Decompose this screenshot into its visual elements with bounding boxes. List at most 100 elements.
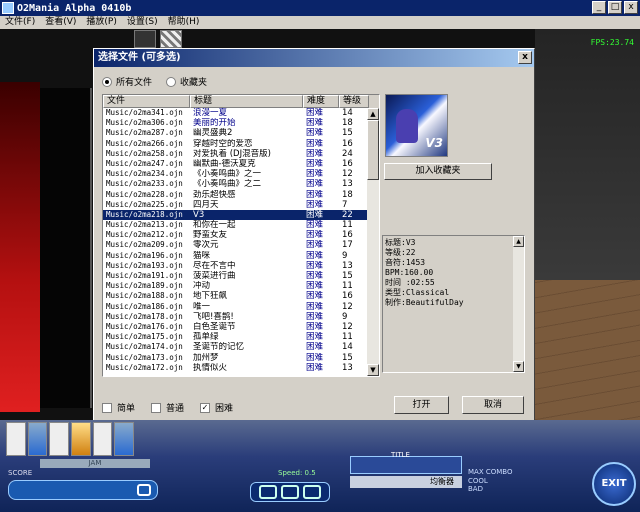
note-lanes bbox=[4, 420, 136, 458]
song-row[interactable]: Music/o2ma212.ojn 野蛮女友 困难 16 bbox=[103, 230, 369, 240]
minimize-button[interactable]: _ bbox=[592, 1, 606, 14]
song-level: 13 bbox=[342, 179, 353, 190]
song-file: Music/o2ma188.ojn bbox=[106, 291, 183, 301]
check-easy[interactable]: 简单 bbox=[102, 401, 135, 414]
menu-settings[interactable]: 设置(S) bbox=[122, 16, 163, 29]
song-row[interactable]: Music/o2ma172.ojn 执情似火 困难 13 bbox=[103, 363, 369, 373]
column-level[interactable]: 等级 bbox=[339, 95, 369, 108]
toolbar-button-dark[interactable] bbox=[134, 30, 156, 48]
info-scroll-up-icon[interactable]: ▲ bbox=[513, 236, 524, 247]
scroll-down-arrow-icon[interactable]: ▼ bbox=[367, 364, 379, 376]
fps-counter: FPS:23.74 bbox=[590, 38, 634, 47]
radio-indicator bbox=[166, 76, 177, 87]
jam-label: JAM bbox=[40, 459, 150, 468]
song-difficulty: 困难 bbox=[306, 108, 324, 118]
dialog-close-button[interactable]: x bbox=[518, 51, 532, 64]
menu-play[interactable]: 播放(P) bbox=[81, 16, 121, 29]
toolbar-button-hatch[interactable] bbox=[160, 30, 182, 48]
song-row[interactable]: Music/o2ma173.ojn 加州梦 困难 15 bbox=[103, 353, 369, 363]
song-row[interactable]: Music/o2ma258.ojn 对爱执着 (DJ混音版) 困难 24 bbox=[103, 149, 369, 159]
song-file: Music/o2ma234.ojn bbox=[106, 169, 183, 179]
song-row[interactable]: Music/o2ma228.ojn 劲乐超快感 困难 18 bbox=[103, 190, 369, 200]
song-file: Music/o2ma175.ojn bbox=[106, 332, 183, 342]
song-row[interactable]: Music/o2ma266.ojn 穿越时空的爱恋 困难 16 bbox=[103, 139, 369, 149]
song-difficulty: 困难 bbox=[306, 128, 324, 139]
song-level: 11 bbox=[342, 332, 353, 343]
lane-4 bbox=[71, 422, 91, 456]
radio-favorites[interactable]: 收藏夹 bbox=[166, 75, 207, 88]
window-titlebar: O2Mania Alpha 0410b _ □ x bbox=[0, 0, 640, 16]
song-row[interactable]: Music/o2ma306.ojn 美丽的开始 困难 18 bbox=[103, 118, 369, 128]
song-difficulty: 困难 bbox=[306, 260, 324, 271]
info-scrollbar[interactable]: ▲ ▼ bbox=[513, 236, 524, 372]
song-title: 尽在不言中 bbox=[193, 260, 236, 271]
cancel-button[interactable]: 取消 bbox=[462, 396, 524, 414]
song-title: 飞吧!喜鹊! bbox=[193, 311, 234, 322]
song-row[interactable]: Music/o2ma193.ojn 尽在不言中 困难 13 bbox=[103, 261, 369, 271]
scroll-thumb[interactable] bbox=[367, 120, 379, 180]
song-row[interactable]: Music/o2ma175.ojn 孤单绿 困难 11 bbox=[103, 332, 369, 342]
column-difficulty[interactable]: 难度 bbox=[303, 95, 339, 108]
song-row[interactable]: Music/o2ma189.ojn 冲动 困难 11 bbox=[103, 281, 369, 291]
song-row[interactable]: Music/o2ma174.ojn 圣诞节的记忆 困难 14 bbox=[103, 342, 369, 352]
song-row[interactable]: Music/o2ma209.ojn 零次元 困难 17 bbox=[103, 240, 369, 250]
exit-button[interactable]: EXIT bbox=[592, 462, 636, 506]
song-row[interactable]: Music/o2ma247.ojn 幽默曲-德沃夏克 困难 16 bbox=[103, 159, 369, 169]
song-title: 幽灵盛典2 bbox=[193, 128, 233, 139]
song-level: 18 bbox=[342, 189, 353, 200]
song-difficulty: 困难 bbox=[306, 311, 324, 322]
song-row[interactable]: Music/o2ma191.ojn 菠菜进行曲 困难 15 bbox=[103, 271, 369, 281]
song-row[interactable]: Music/o2ma176.ojn 白色圣诞节 困难 12 bbox=[103, 322, 369, 332]
check-hard[interactable]: ✓ 困难 bbox=[200, 401, 233, 414]
info-bpm: BPM:160.00 bbox=[385, 268, 434, 277]
song-row[interactable]: Music/o2ma225.ojn 四月天 困难 7 bbox=[103, 200, 369, 210]
song-file: Music/o2ma306.ojn bbox=[106, 118, 183, 128]
combo-digit bbox=[303, 485, 321, 499]
column-file[interactable]: 文件 bbox=[103, 95, 190, 108]
dialog-title: 选择文件 (可多选) bbox=[98, 52, 181, 63]
song-row[interactable]: Music/o2ma188.ojn 地下狂飙 困难 16 bbox=[103, 291, 369, 301]
song-row[interactable]: Music/o2ma196.ojn 猫咪 困难 9 bbox=[103, 251, 369, 261]
song-file: Music/o2ma196.ojn bbox=[106, 250, 183, 260]
menu-help[interactable]: 帮助(H) bbox=[163, 16, 205, 29]
add-favorite-button[interactable]: 加入收藏夹 bbox=[384, 163, 492, 180]
song-row[interactable]: Music/o2ma233.ojn 《小奏鸣曲》之二 困难 13 bbox=[103, 179, 369, 189]
song-difficulty: 困难 bbox=[306, 230, 324, 241]
info-scroll-down-icon[interactable]: ▼ bbox=[513, 361, 524, 372]
song-level: 16 bbox=[342, 158, 353, 169]
scroll-up-arrow-icon[interactable]: ▲ bbox=[367, 108, 379, 120]
song-level: 16 bbox=[342, 138, 353, 149]
song-row[interactable]: Music/o2ma178.ojn 飞吧!喜鹊! 困难 9 bbox=[103, 312, 369, 322]
song-file: Music/o2ma341.ojn bbox=[106, 108, 183, 117]
song-file: Music/o2ma176.ojn bbox=[106, 321, 183, 331]
song-level: 12 bbox=[342, 169, 353, 180]
song-level: 24 bbox=[342, 148, 353, 159]
song-row[interactable]: Music/o2ma234.ojn 《小奏鸣曲》之一 困难 12 bbox=[103, 169, 369, 179]
song-row[interactable]: Music/o2ma218.ojn V3 困难 22 bbox=[103, 209, 369, 221]
song-info-panel: 标题:V3 等级:22 音符:1453 BPM:160.00 时间 :02:55… bbox=[382, 235, 525, 373]
column-title[interactable]: 标题 bbox=[190, 95, 303, 108]
close-button[interactable]: x bbox=[624, 1, 638, 14]
menu-file[interactable]: 文件(F) bbox=[0, 16, 40, 29]
menu-view[interactable]: 查看(V) bbox=[40, 16, 81, 29]
song-level: 12 bbox=[342, 321, 353, 332]
radio-all-files[interactable]: 所有文件 bbox=[102, 75, 152, 88]
maximize-button[interactable]: □ bbox=[608, 1, 622, 14]
song-title: 孤单绿 bbox=[193, 332, 219, 343]
song-row[interactable]: Music/o2ma213.ojn 和你在一起 困难 11 bbox=[103, 220, 369, 230]
combo-digit bbox=[259, 485, 277, 499]
song-difficulty: 困难 bbox=[306, 291, 324, 302]
info-maker: 制作:BeautifulDay bbox=[385, 298, 464, 307]
list-header: 文件 标题 难度 等级 bbox=[103, 95, 379, 108]
list-scrollbar[interactable]: ▲ ▼ bbox=[367, 108, 379, 376]
song-list[interactable]: 文件 标题 难度 等级 Music/o2ma341.ojn 浪漫一夏 困难 14 Mus… bbox=[102, 94, 380, 377]
lane-3 bbox=[49, 422, 70, 456]
song-row[interactable]: Music/o2ma341.ojn 浪漫一夏 困难 14 bbox=[103, 108, 369, 118]
song-row[interactable]: Music/o2ma186.ojn 唯一 困难 12 bbox=[103, 302, 369, 312]
open-button[interactable]: 打开 bbox=[394, 396, 449, 414]
check-normal[interactable]: 普通 bbox=[151, 401, 184, 414]
song-row[interactable]: Music/o2ma287.ojn 幽灵盛典2 困难 15 bbox=[103, 128, 369, 138]
song-file: Music/o2ma209.ojn bbox=[106, 240, 183, 250]
top-toolbar bbox=[134, 30, 182, 48]
song-difficulty: 困难 bbox=[306, 271, 324, 281]
